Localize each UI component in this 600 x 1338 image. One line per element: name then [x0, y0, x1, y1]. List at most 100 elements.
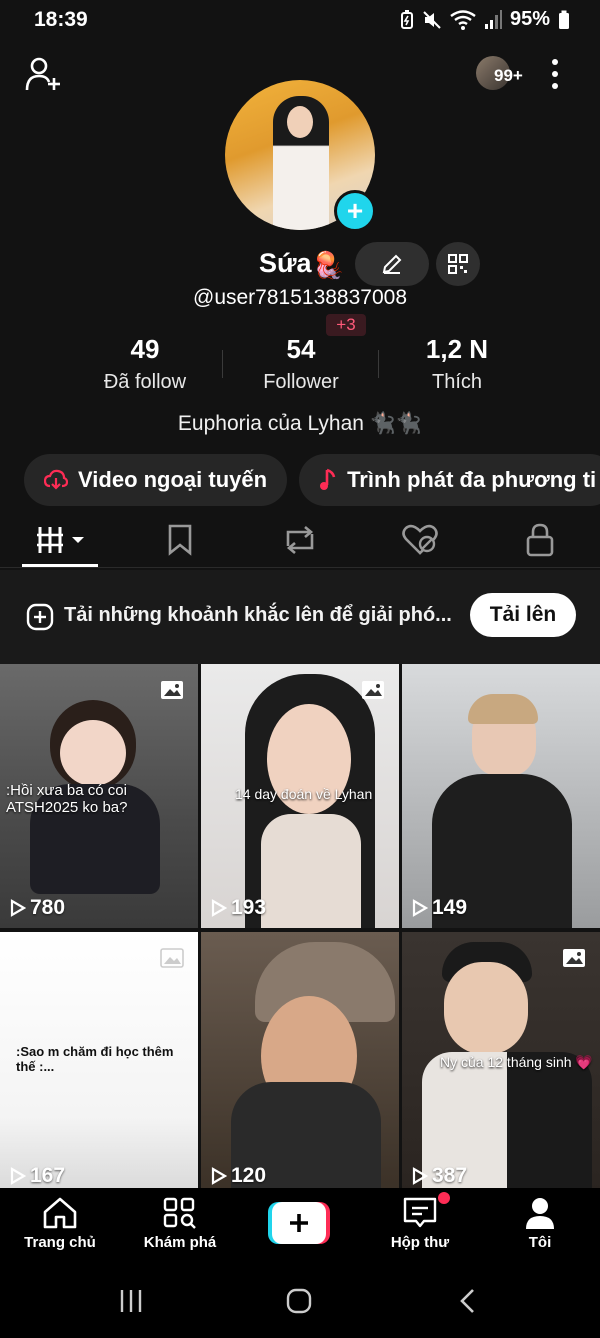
view-count: 149 [412, 896, 467, 920]
bottom-navigation: Trang chủ Khám phá Hộp thư Tôi [0, 1188, 600, 1262]
stat-likes[interactable]: 1,2 N Thích [379, 334, 535, 394]
view-count-value: 149 [432, 896, 468, 919]
view-count-value: 167 [30, 1164, 66, 1187]
edit-profile-button[interactable] [355, 242, 429, 286]
upload-prompt-text: Tải những khoảnh khắc lên để giải phó... [64, 604, 452, 626]
display-name: Sứa [259, 248, 312, 278]
upload-banner: Tải những khoảnh khắc lên để giải phó...… [0, 570, 600, 664]
media-player-chip[interactable]: Trình phát đa phương ti [299, 454, 600, 506]
status-time: 18:39 [34, 8, 88, 31]
video-caption: Ny của 12 tháng sinh 💗 [440, 1054, 593, 1070]
play-icon [211, 1167, 227, 1185]
view-count: 193 [211, 896, 266, 920]
notification-count-badge: 99+ [494, 66, 523, 85]
play-icon [412, 899, 428, 917]
video-thumbnail[interactable]: :Hồi xưa ba có coi ATSH2025 ko ba? 780 [0, 664, 198, 928]
video-grid: :Hồi xưa ba có coi ATSH2025 ko ba? 780 1… [0, 664, 600, 1196]
video-thumbnail[interactable]: :Sao m chăm đi học thêm thế :... 167 [0, 932, 198, 1196]
thumb-face [444, 962, 528, 1054]
new-followers-badge: +3 [326, 314, 366, 336]
cloud-download-icon [44, 469, 68, 490]
view-count: 167 [10, 1164, 65, 1188]
thumb-shirt [261, 814, 361, 928]
battery-percent: 95% [509, 8, 550, 30]
bookmark-icon [168, 524, 192, 556]
discover-icon [163, 1197, 196, 1229]
tab-private[interactable] [500, 518, 580, 562]
create-video-button[interactable] [268, 1202, 330, 1244]
view-count: 120 [211, 1164, 266, 1188]
liked-hidden-icon [402, 524, 438, 555]
system-navigation [0, 1262, 600, 1338]
view-count-value: 387 [432, 1164, 468, 1187]
inbox-notification-dot [438, 1192, 450, 1204]
view-count-value: 780 [30, 896, 66, 919]
profile-bio: Euphoria của Lyhan 🐈‍⬛🐈‍⬛ [177, 412, 423, 435]
pencil-icon [382, 254, 402, 274]
stat-followers[interactable]: 54 Follower [223, 334, 379, 394]
lock-icon [526, 523, 554, 557]
play-icon [10, 1167, 26, 1185]
video-caption: :Sao m chăm đi học thêm thế :... [16, 1044, 174, 1074]
home-icon [43, 1197, 77, 1229]
feature-chips: Video ngoại tuyến Trình phát đa phương t… [24, 454, 600, 506]
recent-apps-icon[interactable] [118, 1288, 144, 1314]
play-icon [10, 899, 26, 917]
profile-stats: 49 Đã follow 54 Follower 1,2 N Thích [0, 334, 600, 396]
nav-home-label: Trang chủ [24, 1234, 96, 1251]
view-count-value: 120 [231, 1164, 267, 1187]
stat-following[interactable]: 49 Đã follow [67, 334, 223, 394]
nav-discover[interactable]: Khám phá [130, 1196, 230, 1251]
back-icon[interactable] [458, 1288, 476, 1314]
video-thumbnail[interactable]: 14 day đoán về Lyhan 193 [201, 664, 399, 928]
stat-following-label: Đã follow [103, 371, 187, 393]
music-note-icon [320, 468, 336, 490]
wifi-icon [450, 9, 476, 30]
add-story-plus-icon[interactable]: + [334, 190, 376, 232]
stat-likes-label: Thích [431, 371, 483, 393]
jellyfish-emoji: 🪼 [312, 250, 345, 280]
view-count: 387 [412, 1164, 467, 1188]
username: @user7815138837008 [193, 286, 407, 309]
video-caption: 14 day đoán về Lyhan [235, 786, 373, 802]
nav-inbox[interactable]: Hộp thư [370, 1196, 470, 1251]
video-thumbnail[interactable]: 149 [402, 664, 600, 928]
video-thumbnail[interactable]: 120 [201, 932, 399, 1196]
qr-code-button[interactable] [436, 242, 480, 286]
tab-saved[interactable] [140, 518, 220, 562]
nav-home[interactable]: Trang chủ [10, 1196, 110, 1251]
add-square-icon [26, 603, 54, 631]
add-friend-icon[interactable] [24, 56, 64, 92]
play-icon [412, 1167, 428, 1185]
video-thumbnail[interactable]: Ny của 12 tháng sinh 💗 387 [402, 932, 600, 1196]
status-bar: 18:39 95% [0, 0, 600, 40]
tab-liked[interactable] [380, 518, 460, 562]
view-count-value: 193 [231, 896, 267, 919]
home-button-icon[interactable] [286, 1288, 312, 1314]
offline-video-chip[interactable]: Video ngoại tuyến [24, 454, 288, 506]
inbox-icon [403, 1197, 437, 1228]
view-count: 780 [10, 896, 65, 920]
repost-icon [286, 526, 314, 554]
profile-icon [526, 1198, 554, 1229]
thumb-hair [468, 694, 538, 724]
qr-code-icon [448, 254, 468, 274]
media-player-label: Trình phát đa phương ti [347, 467, 597, 492]
tab-reposts[interactable] [260, 518, 340, 562]
offline-video-label: Video ngoại tuyến [78, 467, 268, 492]
status-icons: 95% [400, 8, 570, 31]
nav-profile[interactable]: Tôi [490, 1196, 590, 1251]
photo-icon [362, 681, 384, 699]
signal-icon [484, 9, 502, 29]
stat-likes-count: 1,2 N [425, 334, 489, 364]
tab-videos[interactable] [22, 518, 102, 562]
content-tabs [0, 512, 600, 568]
active-tab-indicator [22, 564, 98, 567]
stat-followers-count: 54 [286, 334, 316, 364]
photo-icon [161, 681, 183, 699]
upload-button[interactable]: Tải lên [470, 593, 576, 637]
battery-saver-icon [400, 9, 413, 29]
more-options-icon[interactable] [548, 56, 562, 92]
photo-icon [563, 949, 585, 967]
photo-face [287, 106, 313, 138]
